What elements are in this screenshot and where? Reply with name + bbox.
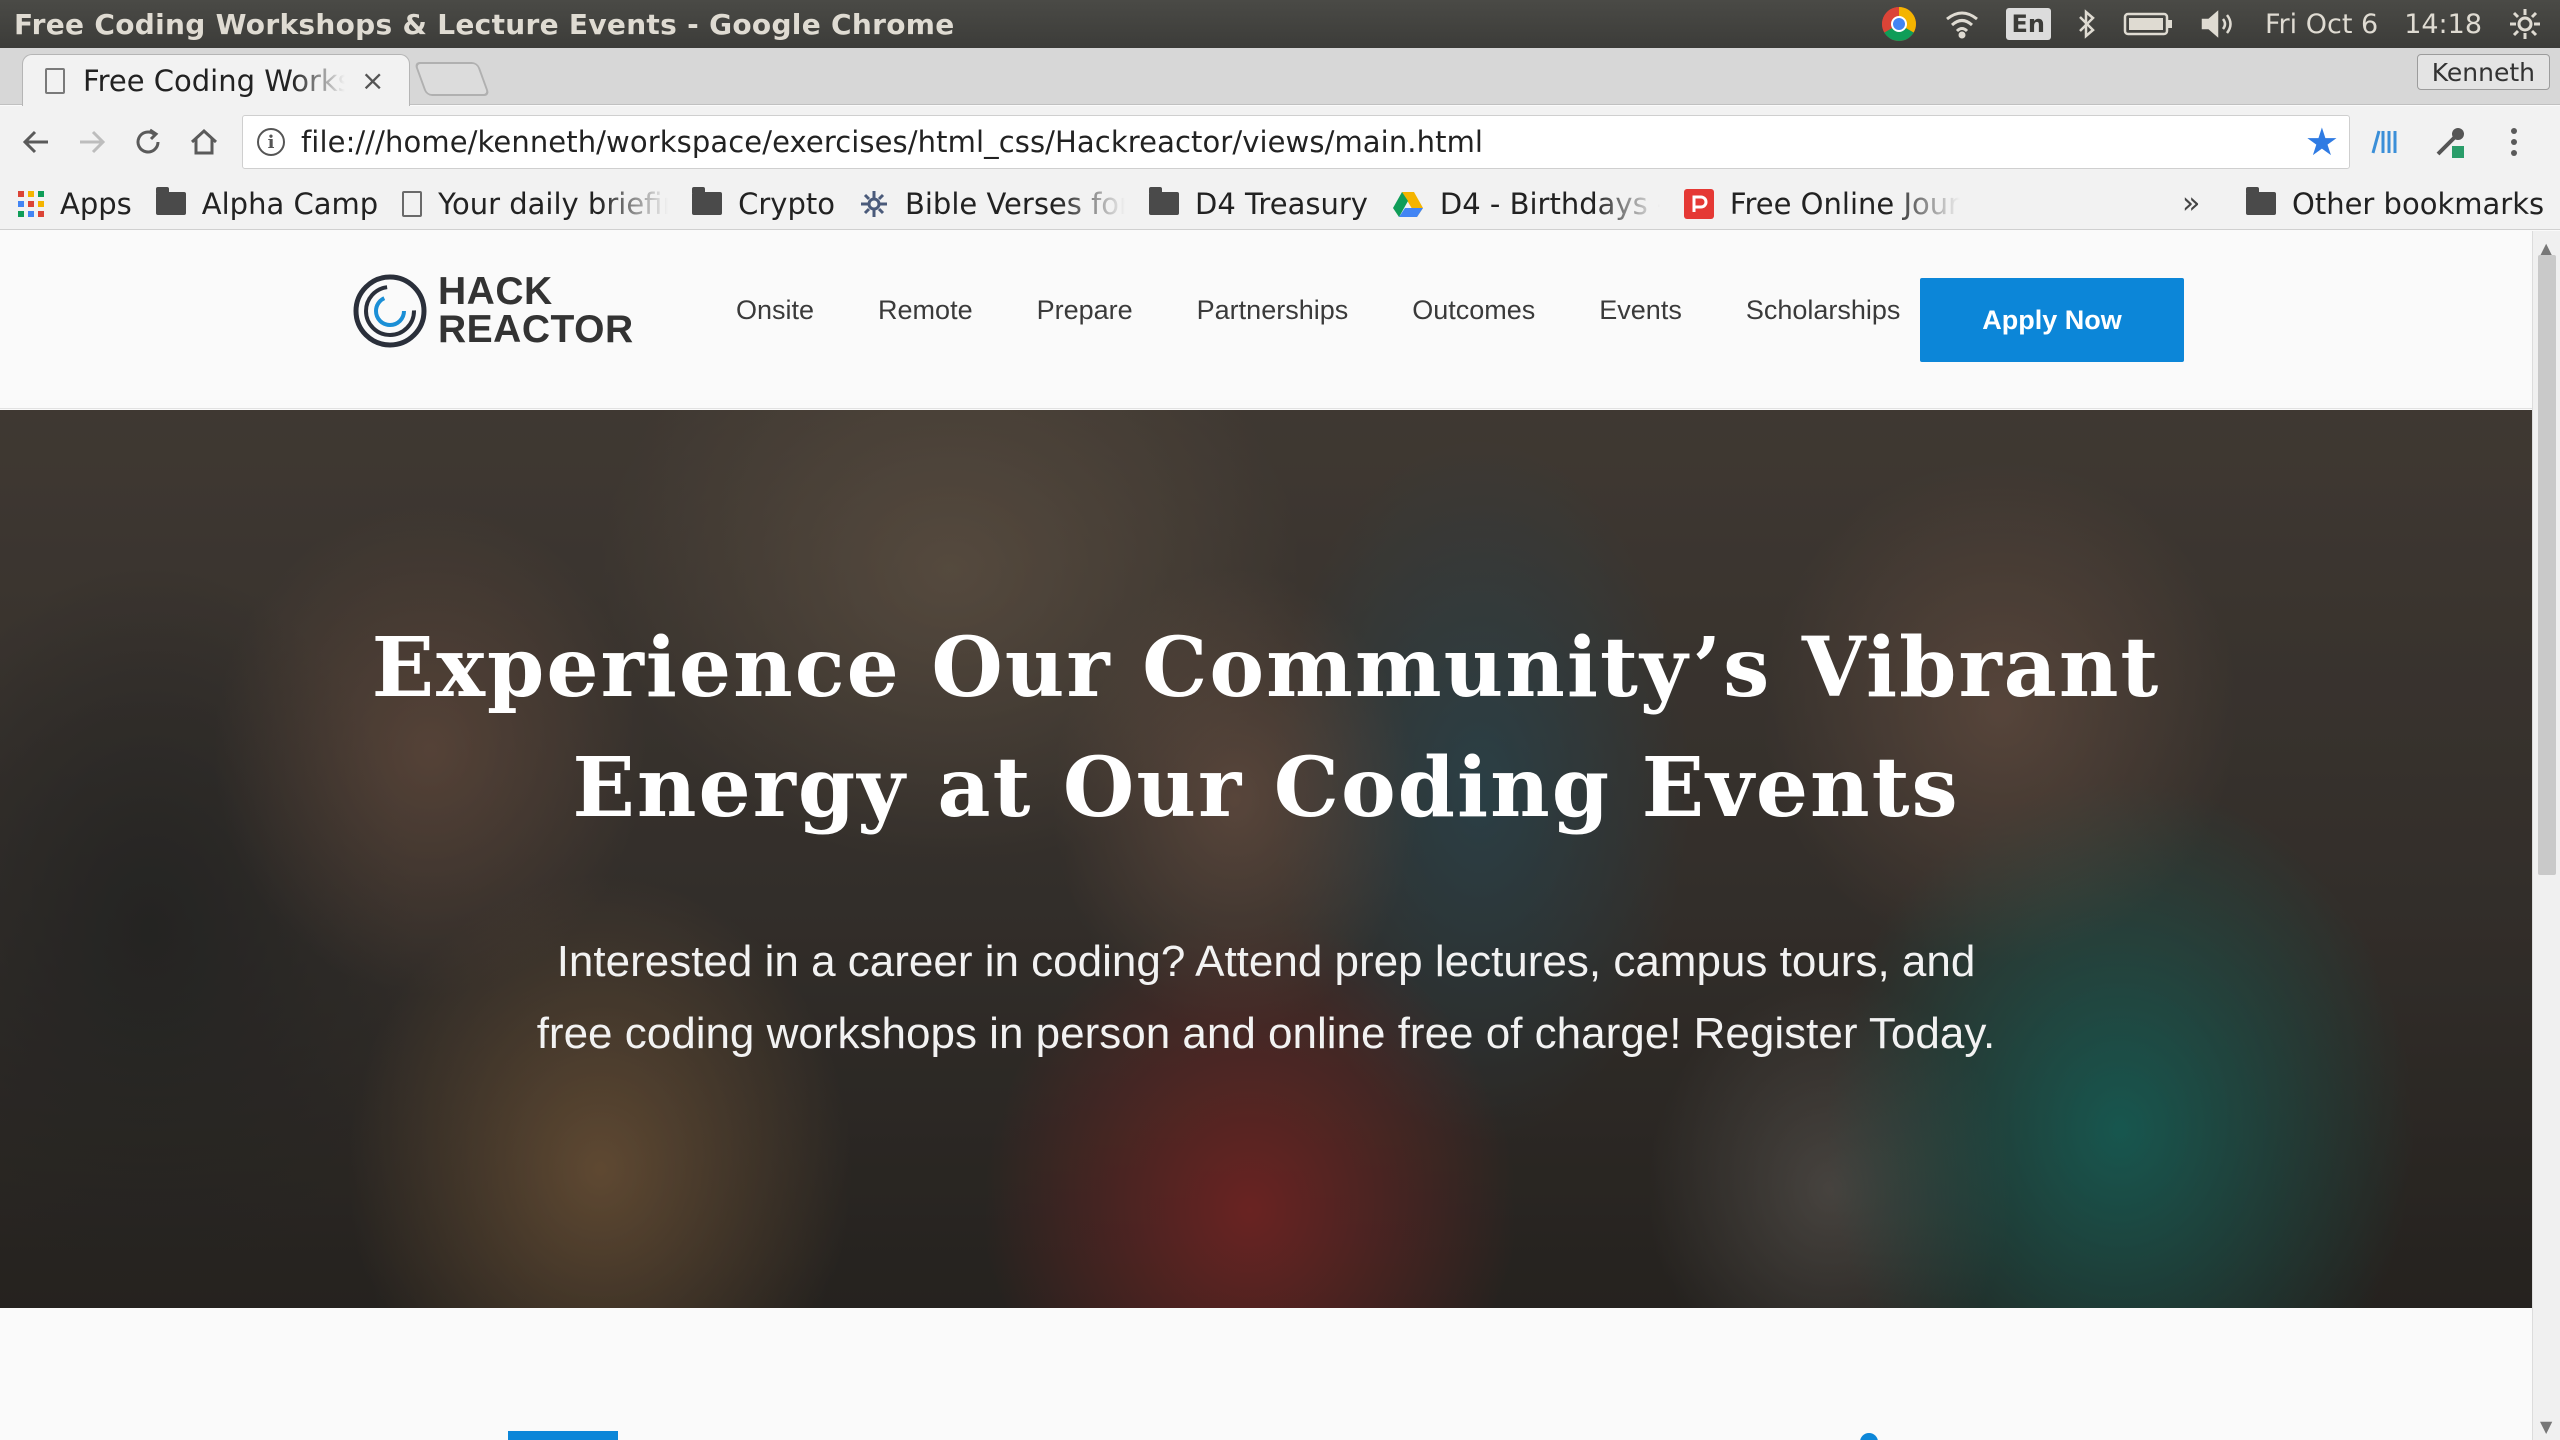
section-accent-dot — [1860, 1433, 1878, 1440]
nav-partnerships[interactable]: Partnerships — [1197, 295, 1349, 326]
hero-subtitle: Interested in a career in coding? Attend… — [526, 926, 2006, 1070]
url-text[interactable]: file:///home/kenneth/workspace/exercises… — [301, 125, 1483, 159]
folder-icon — [692, 187, 723, 215]
bookmark-label: Alpha Camp — [201, 186, 379, 221]
tab-title: Free Coding Workshops & Lecture Events — [83, 63, 345, 98]
bookmark-alpha-camp[interactable]: Alpha Camp — [155, 186, 379, 221]
bookmark-d4-birthdays[interactable]: D4 - Birthdays - C — [1392, 187, 1660, 221]
bookmark-label: D4 - Birthdays - C — [1439, 186, 1660, 221]
profile-button[interactable]: Kenneth — [2416, 54, 2550, 90]
forward-arrow-icon[interactable] — [64, 114, 120, 170]
home-icon[interactable] — [176, 114, 232, 170]
section-accent-bar — [508, 1431, 618, 1440]
time-display[interactable]: 14:18 — [2404, 9, 2482, 40]
window-title: Free Coding Workshops & Lecture Events -… — [14, 7, 955, 41]
bookmarks-overflow-button[interactable]: » — [2182, 186, 2200, 221]
folder-icon — [155, 187, 186, 215]
bookmark-star-icon[interactable]: ★ — [2305, 120, 2339, 164]
bookmark-label: Free Online Journal — [1729, 186, 1960, 221]
address-bar[interactable]: i file:///home/kenneth/workspace/exercis… — [242, 115, 2350, 169]
settings-gear-icon[interactable] — [2508, 7, 2542, 41]
volume-icon[interactable] — [2199, 9, 2239, 39]
bookmark-crypto[interactable]: Crypto — [692, 187, 835, 221]
tab-strip: Free Coding Workshops & Lecture Events ×… — [0, 48, 2560, 106]
wifi-icon[interactable] — [1944, 9, 1980, 39]
bookmark-label: Crypto — [738, 186, 835, 221]
tab-close-icon[interactable]: × — [361, 64, 384, 97]
bookmark-d4-treasury[interactable]: D4 Treasury — [1148, 186, 1368, 221]
content-section — [0, 1309, 2532, 1440]
os-title-bar: Free Coding Workshops & Lecture Events -… — [0, 0, 2560, 48]
back-arrow-icon[interactable] — [8, 114, 64, 170]
battery-icon[interactable] — [2123, 11, 2173, 37]
apply-now-button[interactable]: Apply Now — [1920, 278, 2184, 362]
nav-outcomes[interactable]: Outcomes — [1412, 295, 1535, 326]
browser-toolbar: i file:///home/kenneth/workspace/exercis… — [0, 106, 2560, 178]
eyedropper-icon[interactable] — [2422, 114, 2478, 170]
hero-title-line-1: Experience Our Community’s Vibrant — [371, 620, 2161, 716]
bookmark-label: Other bookmarks — [2292, 186, 2545, 221]
nav-onsite[interactable]: Onsite — [736, 295, 814, 326]
bookmark-bible-verses[interactable]: Bible Verses for — [859, 187, 1125, 221]
folder-icon — [2246, 187, 2276, 215]
hero-subtitle-line-2: free coding workshops in person and onli… — [536, 1009, 1996, 1058]
logo-mark-icon — [353, 274, 427, 348]
logo-wordmark: HACK REACTOR — [438, 270, 634, 351]
logo-line-1: HACK — [438, 270, 553, 313]
bookmarks-bar: Apps Alpha Camp Your daily briefing Cryp… — [0, 178, 2560, 230]
hero-title-line-2: Energy at Our Coding Events — [572, 740, 1960, 836]
bluetooth-icon[interactable] — [2077, 8, 2097, 40]
page-scrollbar[interactable]: ▲ ▼ — [2532, 231, 2560, 1440]
bookmark-label: Apps — [60, 186, 132, 221]
bookmark-daily-briefing[interactable]: Your daily briefing — [402, 187, 668, 221]
page-icon — [45, 67, 65, 94]
language-indicator[interactable]: En — [2005, 8, 2051, 40]
hero-subtitle-line-1: Interested in a career in coding? Attend… — [556, 937, 1976, 986]
new-tab-button[interactable] — [413, 62, 491, 96]
nav-events[interactable]: Events — [1599, 295, 1682, 326]
logo-line-2: REACTOR — [438, 308, 634, 351]
chrome-icon[interactable] — [1880, 5, 1918, 43]
bookmark-other[interactable]: Other bookmarks — [2246, 187, 2544, 221]
page-icon — [402, 190, 423, 217]
nav-remote[interactable]: Remote — [878, 295, 973, 326]
pdf-icon — [1683, 188, 1714, 219]
date-display[interactable]: Fri Oct 6 — [2265, 9, 2378, 40]
apps-grid-icon — [18, 190, 44, 217]
bookmark-label: Bible Verses for — [904, 186, 1125, 221]
reload-icon[interactable] — [120, 114, 176, 170]
system-tray: En Fri Oct 6 14:18 — [1880, 5, 2560, 43]
browser-tab[interactable]: Free Coding Workshops & Lecture Events × — [22, 54, 410, 106]
page-content: HACK REACTOR Onsite Remote Prepare Partn… — [0, 231, 2532, 1440]
scroll-thumb[interactable] — [2538, 255, 2556, 875]
nav-prepare[interactable]: Prepare — [1037, 295, 1133, 326]
site-logo[interactable]: HACK REACTOR — [352, 270, 634, 351]
bookmark-label: D4 Treasury — [1194, 186, 1368, 221]
bookmark-apps[interactable]: Apps — [18, 187, 132, 221]
nav-scholarships[interactable]: Scholarships — [1746, 295, 1901, 326]
scroll-down-arrow-icon[interactable]: ▼ — [2540, 1417, 2552, 1436]
hero-section: Experience Our Community’s Vibrant Energ… — [0, 410, 2532, 1308]
site-header: HACK REACTOR Onsite Remote Prepare Partn… — [0, 231, 2532, 409]
bookmark-free-online[interactable]: Free Online Journal — [1683, 186, 1960, 221]
site-nav: Onsite Remote Prepare Partnerships Outco… — [736, 295, 1964, 326]
bookmark-label: Your daily briefing — [438, 186, 668, 221]
folder-icon — [1148, 187, 1179, 215]
library-icon[interactable] — [2358, 114, 2414, 170]
hero-title: Experience Our Community’s Vibrant Energ… — [0, 608, 2532, 848]
gear-bookmark-icon — [859, 189, 889, 219]
info-icon[interactable]: i — [257, 128, 285, 156]
menu-dots-icon[interactable] — [2486, 114, 2542, 170]
hero-background-photo — [0, 410, 2532, 1308]
drive-icon — [1392, 190, 1424, 218]
